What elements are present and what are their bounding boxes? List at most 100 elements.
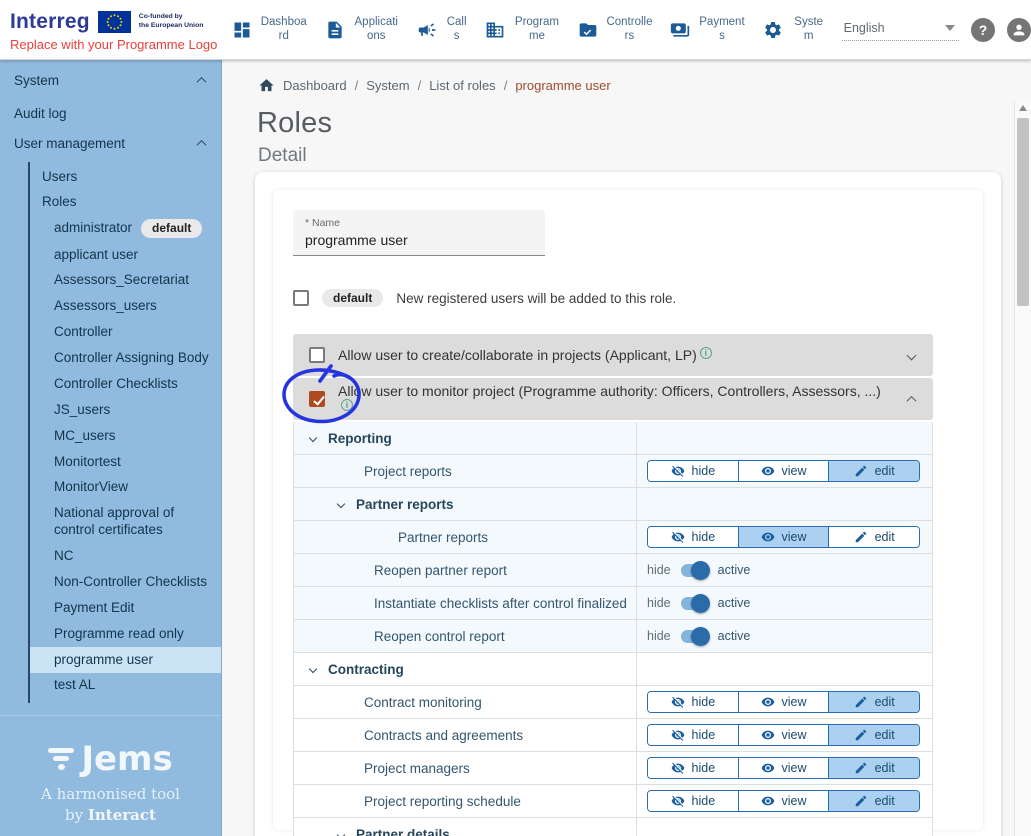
edit-button[interactable]: edit	[828, 791, 919, 811]
hide-button-label: hide	[692, 530, 716, 544]
nav-item-programme[interactable]: Programme	[485, 16, 562, 44]
chevron-down-icon[interactable]	[309, 665, 317, 673]
account-button[interactable]	[1007, 18, 1031, 42]
name-field[interactable]: * Name programme user	[293, 210, 545, 256]
monitor-project-checkbox[interactable]	[309, 391, 325, 407]
permission-label-cell: Reopen partner report	[294, 554, 637, 586]
permission-row: Instantiate checklists after control fin…	[294, 587, 932, 620]
hide-icon	[671, 695, 685, 709]
hide-button[interactable]: hide	[648, 791, 738, 811]
sidebar-role-administrator[interactable]: administratordefault	[30, 214, 221, 242]
hide-button[interactable]: hide	[648, 725, 738, 745]
chevron-down-icon[interactable]	[309, 434, 317, 442]
sidebar-section-system[interactable]: System	[0, 60, 221, 97]
sidebar-item-audit-log[interactable]: Audit log	[0, 97, 221, 130]
permission-label-cell: Project reports	[294, 455, 637, 487]
edit-button[interactable]: edit	[828, 527, 919, 547]
chevron-down-icon	[907, 350, 917, 360]
hide-button[interactable]: hide	[648, 461, 738, 481]
view-button[interactable]: view	[738, 692, 829, 712]
chevron-down-icon[interactable]	[337, 500, 345, 508]
hide-icon	[671, 761, 685, 775]
permission-control-cell: hideactive	[637, 554, 932, 586]
sidebar-role-mc-users[interactable]: MC_users	[30, 423, 221, 449]
view-button[interactable]: view	[738, 527, 829, 547]
breadcrumb-separator: /	[504, 78, 508, 93]
breadcrumb-item-system[interactable]: System	[366, 78, 409, 93]
sidebar-role-controller[interactable]: Controller	[30, 320, 221, 346]
nav-item-applications[interactable]: Applications	[325, 16, 402, 44]
scrollbar-thumb[interactable]	[1017, 118, 1029, 306]
role-label: Payment Edit	[54, 600, 134, 617]
view-button[interactable]: view	[738, 461, 829, 481]
sidebar-role-programme-user[interactable]: programme user	[30, 647, 221, 673]
view-button-label: view	[782, 794, 807, 808]
permission-group-row: Partner reports	[294, 488, 932, 521]
sidebar-item-label: Users	[42, 169, 77, 184]
sidebar-item-roles[interactable]: Roles	[30, 189, 221, 214]
nav-item-payments[interactable]: Payments	[670, 16, 747, 44]
permission-label: Partner details	[356, 827, 450, 836]
sidebar-item-users[interactable]: Users	[30, 164, 221, 189]
sidebar-role-monitorview[interactable]: MonitorView	[30, 475, 221, 501]
sidebar-role-non-controller-checklists[interactable]: Non-Controller Checklists	[30, 569, 221, 595]
language-select[interactable]: English	[842, 18, 959, 41]
role-label: Non-Controller Checklists	[54, 574, 207, 591]
payments-icon	[670, 20, 690, 40]
nav-item-system[interactable]: System	[763, 16, 828, 44]
panel-monitor-project[interactable]: Allow user to monitor project (Programme…	[293, 378, 933, 420]
sidebar-role-applicant-user[interactable]: applicant user	[30, 242, 221, 268]
info-icon[interactable]: i	[700, 347, 712, 359]
edit-button[interactable]: edit	[828, 758, 919, 778]
permission-control-cell: hideviewedit	[637, 752, 932, 784]
active-toggle[interactable]	[681, 630, 708, 643]
sidebar-role-js-users[interactable]: JS_users	[30, 397, 221, 423]
scrollbar-up-arrow-icon[interactable]	[1019, 105, 1027, 111]
chevron-down-icon[interactable]	[337, 830, 345, 836]
breadcrumb-item-list-of-roles[interactable]: List of roles	[429, 78, 495, 93]
default-checkbox[interactable]	[293, 290, 309, 306]
sidebar-role-payment-edit[interactable]: Payment Edit	[30, 595, 221, 621]
permission-control-cell	[637, 653, 932, 685]
panel-create-collaborate[interactable]: Allow user to create/collaborate in proj…	[293, 334, 933, 376]
nav-item-calls[interactable]: Calls	[417, 16, 469, 44]
sidebar-role-national-approval-of-control-certificates[interactable]: National approval of control certificate…	[30, 501, 221, 544]
sidebar-role-controller-checklists[interactable]: Controller Checklists	[30, 371, 221, 397]
sidebar-role-monitortest[interactable]: Monitortest	[30, 449, 221, 475]
permission-label: Project reporting schedule	[364, 794, 521, 809]
permission-row: Project managershideviewedit	[294, 752, 932, 785]
sidebar-section-label: System	[14, 73, 59, 88]
view-button[interactable]: view	[738, 791, 829, 811]
create-collaborate-checkbox[interactable]	[309, 347, 325, 363]
permission-label: Reporting	[328, 431, 392, 446]
home-icon[interactable]	[258, 77, 275, 94]
permission-row: Partner reportshideviewedit	[294, 521, 932, 554]
sidebar-role-nc[interactable]: NC	[30, 544, 221, 570]
vertical-scrollbar[interactable]	[1014, 100, 1031, 836]
sidebar-role-assessors-users[interactable]: Assessors_users	[30, 294, 221, 320]
active-toggle[interactable]	[681, 597, 708, 610]
hide-button[interactable]: hide	[648, 692, 738, 712]
hide-button[interactable]: hide	[648, 758, 738, 778]
sidebar-role-programme-read-only[interactable]: Programme read only	[30, 621, 221, 647]
edit-button[interactable]: edit	[828, 725, 919, 745]
sidebar-role-controller-assigning-body[interactable]: Controller Assigning Body	[30, 346, 221, 372]
sidebar-role-test-al[interactable]: test AL	[30, 673, 221, 699]
view-button[interactable]: view	[738, 725, 829, 745]
view-button[interactable]: view	[738, 758, 829, 778]
nav-item-dashboard[interactable]: Dashboard	[232, 16, 309, 44]
edit-button[interactable]: edit	[828, 692, 919, 712]
sidebar-role-assessors-secretariat[interactable]: Assessors_Secretariat	[30, 268, 221, 294]
permission-control-cell: hideviewedit	[637, 686, 932, 718]
edit-button[interactable]: edit	[828, 461, 919, 481]
info-icon[interactable]: i	[341, 399, 353, 411]
active-toggle[interactable]	[681, 564, 708, 577]
nav-item-controllers[interactable]: Controllers	[578, 16, 655, 44]
role-label: Monitortest	[54, 454, 121, 471]
permission-row: Contracts and agreementshideviewedit	[294, 719, 932, 752]
edit-icon	[854, 695, 868, 709]
hide-button[interactable]: hide	[648, 527, 738, 547]
sidebar-section-user-management[interactable]: User management	[0, 130, 221, 160]
help-button[interactable]: ?	[971, 18, 995, 42]
breadcrumb-item-dashboard[interactable]: Dashboard	[283, 78, 347, 93]
